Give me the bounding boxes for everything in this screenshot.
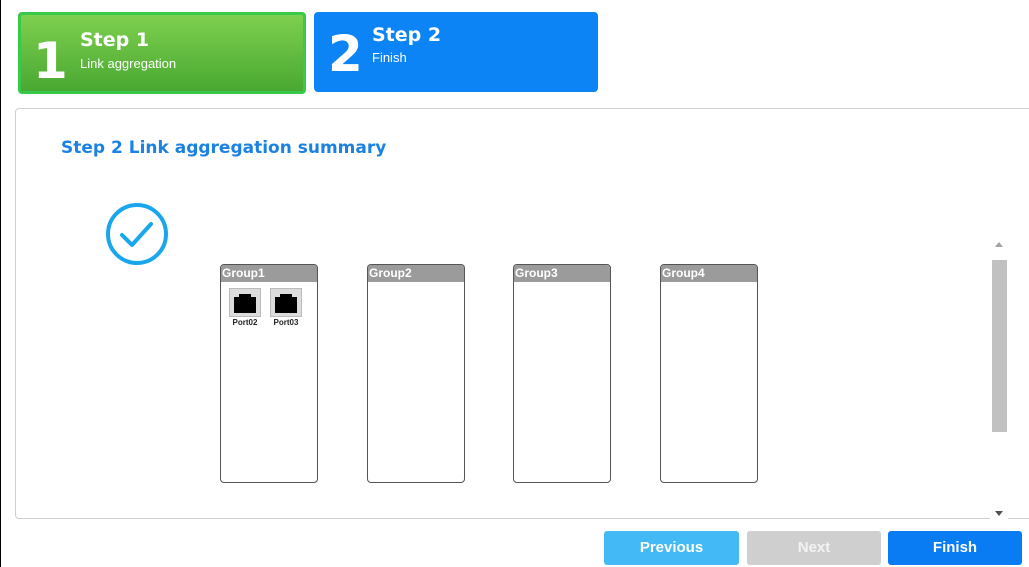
port-label: Port02 (232, 318, 258, 327)
port-label: Port03 (273, 318, 299, 327)
group-box-2[interactable]: Group2 (367, 264, 465, 483)
ethernet-port-icon (270, 288, 302, 317)
page-left-border (0, 0, 1, 567)
group-box-4[interactable]: Group4 (660, 264, 758, 483)
group-header: Group3 (514, 265, 610, 282)
scroll-down-arrow-icon[interactable] (995, 511, 1003, 516)
step-subtitle: Finish (372, 50, 407, 65)
group-header: Group4 (661, 265, 757, 282)
group-header: Group2 (368, 265, 464, 282)
step-1-tab[interactable]: 1 Step 1 Link aggregation (18, 12, 306, 94)
step-number: 2 (328, 25, 363, 83)
next-button[interactable]: Next (747, 531, 881, 565)
step-2-tab[interactable]: 2 Step 2 Finish (314, 12, 598, 92)
vertical-scrollbar[interactable] (990, 238, 1008, 520)
step-title: Step 1 (80, 29, 150, 51)
group-header: Group1 (221, 265, 317, 282)
checkmark-circle-icon (106, 203, 168, 265)
step-title: Step 2 (372, 24, 442, 46)
scroll-up-arrow-icon[interactable] (995, 242, 1003, 247)
scroll-thumb[interactable] (992, 260, 1007, 432)
finish-button[interactable]: Finish (888, 531, 1022, 565)
step-number: 1 (33, 32, 68, 90)
group-box-1[interactable]: Group1 Port02 Port03 (220, 264, 318, 483)
port-item[interactable]: Port03 (267, 288, 305, 327)
group-box-3[interactable]: Group3 (513, 264, 611, 483)
section-title: Step 2 Link aggregation summary (61, 138, 387, 158)
step-subtitle: Link aggregation (80, 56, 177, 71)
ethernet-port-icon (229, 288, 261, 317)
port-item[interactable]: Port02 (226, 288, 264, 327)
previous-button[interactable]: Previous (604, 531, 739, 565)
